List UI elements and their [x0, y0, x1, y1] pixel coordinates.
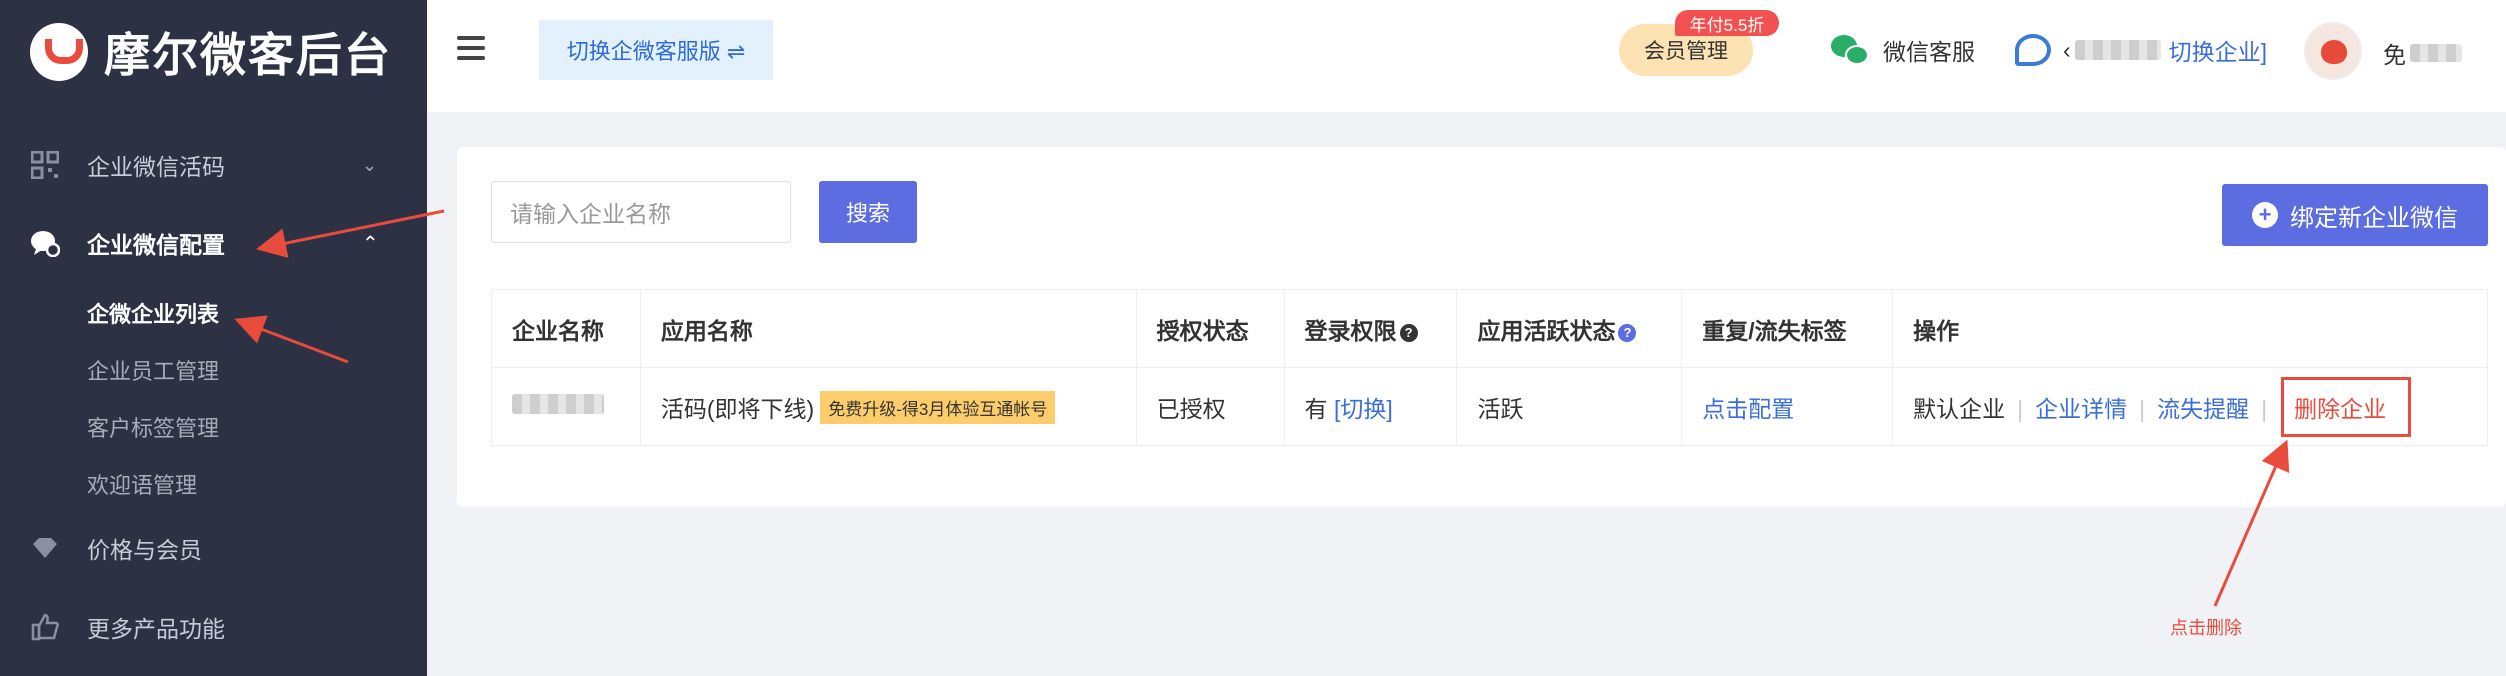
chevron-down-icon: ⌄: [362, 154, 378, 175]
corp-list-card: 请输入企业名称 搜索 + 绑定新企业微信 企业名称 应用名称 授权状态 登录权限…: [457, 147, 2506, 507]
delete-highlight-box: 删除企业: [2281, 376, 2412, 437]
sidebar-item-label: 价格与会员: [87, 537, 202, 563]
app-name-cell: 活码(即将下线) 免费升级-得3月体验互通帐号: [639, 367, 1137, 446]
corp-name-cell: [491, 367, 641, 446]
tag-config-cell: 点击配置: [1681, 367, 1894, 446]
bind-new-corp-button[interactable]: + 绑定新企业微信: [2222, 184, 2488, 246]
corp-name-prefix: ‹: [2063, 36, 2071, 63]
switch-edition-button[interactable]: 切换企微客服版 ⇌: [539, 20, 773, 80]
search-button[interactable]: 搜索: [819, 181, 917, 243]
sidebar-item-label: 企业微信配置: [87, 232, 225, 258]
sidebar-item-qrcode[interactable]: 企业微信活码 ⌄: [0, 135, 427, 195]
avatar[interactable]: [2304, 22, 2362, 80]
table-row: 活码(即将下线) 免费升级-得3月体验互通帐号 已授权 有 [切换] 活跃 点击配…: [491, 367, 2488, 446]
username-prefix: 免: [2383, 42, 2406, 68]
discount-badge: 年付5.5折: [1675, 10, 1779, 36]
corp-table: 企业名称 应用名称 授权状态 登录权限? 应用活跃状态? 重复/流失标签 操作 …: [491, 289, 2488, 446]
blurred-username: [2410, 44, 2462, 62]
help-icon[interactable]: ?: [1618, 323, 1637, 342]
submenu-item-staff[interactable]: 企业员工管理: [87, 354, 219, 386]
menu-toggle-icon[interactable]: [457, 36, 485, 60]
submenu-item-welcome[interactable]: 欢迎语管理: [87, 468, 197, 500]
corp-detail-link[interactable]: 企业详情: [2035, 396, 2127, 422]
upgrade-promo-badge[interactable]: 免费升级-得3月体验互通帐号: [820, 390, 1056, 424]
column-header: 应用活跃状态: [1477, 317, 1616, 344]
qrcode-icon: [30, 150, 60, 180]
wechat-icon: [1831, 33, 1871, 67]
wechat-service-label: 微信客服: [1883, 39, 1975, 65]
app-name: 活码(即将下线): [660, 395, 815, 422]
blurred-corp-name: [512, 394, 604, 414]
bind-button-label: 绑定新企业微信: [2290, 204, 2458, 232]
chat-bubble-icon: [2015, 34, 2051, 66]
annotation-label: 点击删除: [2170, 618, 2242, 638]
switch-corp-label: 切换企业]: [2168, 39, 2268, 65]
login-permission: 有: [1304, 395, 1328, 422]
help-icon[interactable]: ?: [1399, 323, 1418, 342]
column-header: 应用名称: [639, 289, 1137, 368]
brand-logo-icon: [30, 23, 88, 81]
active-status: 活跃: [1456, 367, 1683, 446]
brand-name: 摩尔微客后台: [104, 29, 392, 81]
blurred-corp-name: [2074, 40, 2161, 60]
column-header-active: 应用活跃状态?: [1456, 289, 1683, 368]
sidebar-item-label: 更多产品功能: [87, 616, 225, 642]
username[interactable]: 免: [2383, 36, 2462, 70]
sidebar-item-pricing[interactable]: 价格与会员: [0, 518, 427, 578]
actions-cell: 默认企业 | 企业详情 | 流失提醒 | 删除企业: [1892, 367, 2488, 446]
column-header: 登录权限: [1304, 317, 1397, 344]
switch-corp-link[interactable]: ‹ 切换企业]: [2015, 30, 2267, 70]
column-header: 授权状态: [1135, 289, 1285, 368]
churn-alert-link[interactable]: 流失提醒: [2157, 396, 2249, 422]
sidebar-item-wecom-config[interactable]: 企业微信配置 ⌃: [0, 213, 427, 273]
submenu-item-tags[interactable]: 客户标签管理: [87, 411, 219, 443]
column-header: 重复/流失标签: [1681, 289, 1894, 368]
table-header-row: 企业名称 应用名称 授权状态 登录权限? 应用活跃状态? 重复/流失标签 操作: [491, 289, 2488, 368]
sidebar: 摩尔微客后台 企业微信活码 ⌄ 企业微信配置 ⌃ 企微企业列表 企业员工管理 客…: [0, 0, 427, 676]
delete-corp-link[interactable]: 删除企业: [2294, 396, 2386, 422]
default-corp-label: 默认企业: [1913, 395, 2006, 422]
top-header: 切换企微客服版 ⇌ 会员管理 年付5.5折 微信客服 ‹ 切换企业] 免: [427, 0, 2506, 112]
plus-circle-icon: +: [2252, 202, 2278, 228]
tag-config-link[interactable]: 点击配置: [1702, 396, 1794, 422]
thumbs-up-icon: [30, 612, 60, 642]
column-header: 操作: [1892, 289, 2488, 368]
auth-status: 已授权: [1135, 367, 1285, 446]
column-header-login: 登录权限?: [1283, 289, 1458, 368]
diamond-icon: [30, 533, 60, 563]
column-header: 企业名称: [491, 289, 641, 368]
sidebar-item-label: 企业微信活码: [87, 154, 225, 180]
chevron-up-icon: ⌃: [362, 232, 379, 255]
search-input[interactable]: 请输入企业名称: [491, 181, 791, 243]
chat-settings-icon: [30, 228, 60, 258]
submenu-item-corp-list[interactable]: 企微企业列表: [87, 297, 219, 329]
wechat-service-link[interactable]: 微信客服: [1831, 32, 1975, 68]
login-switch-link[interactable]: [切换]: [1334, 396, 1393, 422]
login-permission-cell: 有 [切换]: [1283, 367, 1458, 446]
logo[interactable]: 摩尔微客后台: [30, 22, 392, 82]
sidebar-item-more[interactable]: 更多产品功能: [0, 597, 427, 657]
